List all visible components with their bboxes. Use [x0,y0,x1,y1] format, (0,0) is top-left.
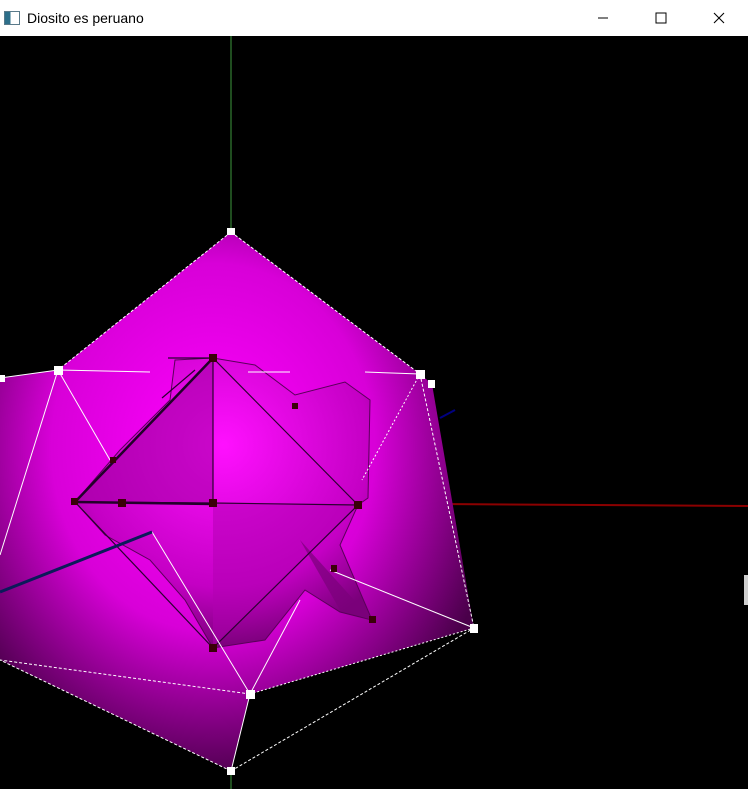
app-window: Diosito es peruano [0,0,748,789]
close-button[interactable] [690,0,748,36]
x-axis [439,503,748,507]
scene-canvas [0,36,748,789]
window-title: Diosito es peruano [27,10,144,26]
minimize-button[interactable] [574,0,632,36]
window-controls [574,0,748,36]
maximize-icon [655,12,667,24]
window-edge [744,575,748,605]
maximize-button[interactable] [632,0,690,36]
app-window-icon [4,11,20,25]
title-bar[interactable]: Diosito es peruano [0,0,748,36]
opengl-viewport[interactable] [0,36,748,789]
minimize-icon [598,17,608,19]
z-axis [439,409,456,419]
close-icon [713,12,725,24]
